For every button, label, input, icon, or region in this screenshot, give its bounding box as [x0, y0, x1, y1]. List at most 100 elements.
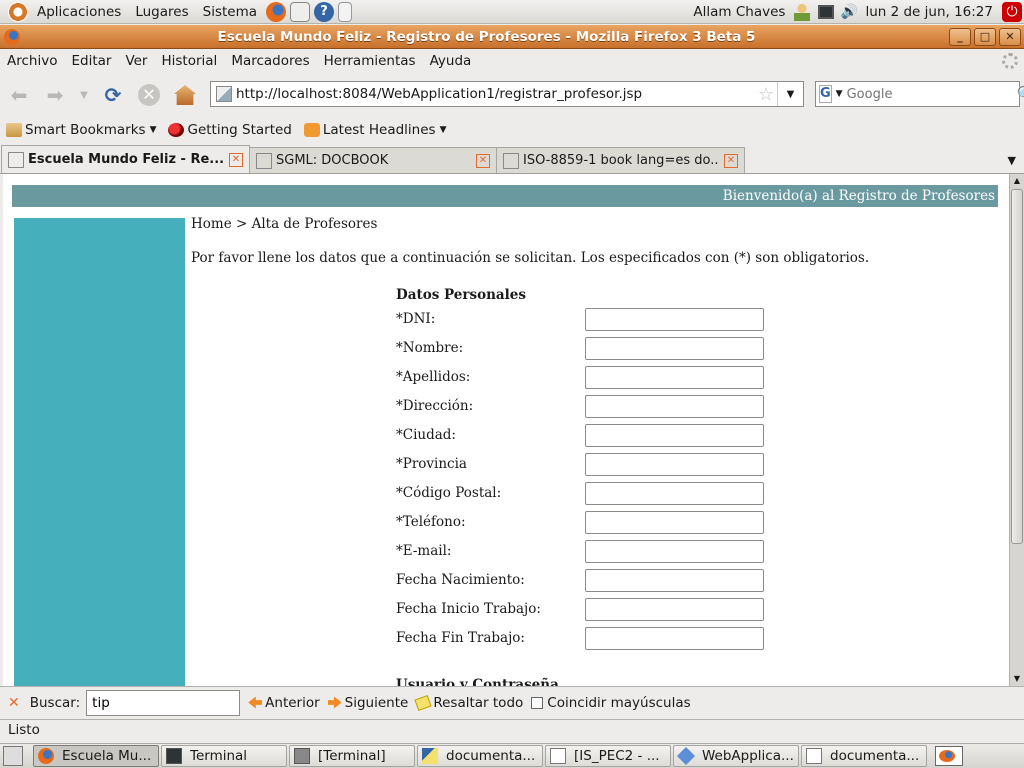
close-tab-icon[interactable]: ✕ [229, 152, 243, 167]
tab-escuela-mundo-feliz[interactable]: Escuela Mundo Feliz - Re... ✕ [1, 145, 250, 173]
status-bar: Listo [0, 719, 1024, 741]
url-dropdown-button[interactable]: ▼ [777, 82, 803, 106]
scroll-up-icon[interactable]: ▲ [1010, 174, 1024, 188]
bookmark-latest-headlines[interactable]: Latest Headlines ▼ [298, 122, 453, 138]
fecha-fin-trabajo-input[interactable] [585, 627, 764, 650]
highlight-all-button[interactable]: Resaltar todo [414, 694, 523, 711]
clock[interactable]: lun 2 de jun, 16:27 [860, 4, 998, 20]
menu-archivo[interactable]: Archivo [0, 53, 64, 69]
network-icon[interactable] [818, 4, 835, 19]
minimize-button[interactable]: _ [949, 27, 971, 46]
ciudad-input[interactable] [585, 424, 764, 447]
close-tab-icon[interactable]: ✕ [476, 153, 490, 168]
menu-marcadores[interactable]: Marcadores [224, 53, 316, 69]
menu-ver[interactable]: Ver [118, 53, 154, 69]
bookmark-smart-bookmarks[interactable]: Smart Bookmarks ▼ [0, 122, 162, 138]
firefox-icon [168, 123, 185, 137]
history-dropdown-button[interactable]: ▼ [76, 80, 92, 110]
search-engine-dropdown[interactable]: ▼ [836, 89, 843, 99]
show-desktop-icon[interactable] [3, 746, 23, 766]
url-bar[interactable]: http://localhost:8084/WebApplication1/re… [210, 81, 804, 107]
vertical-scrollbar[interactable]: ▲ ▼ [1009, 174, 1024, 686]
task-terminal-minimized[interactable]: [Terminal] [289, 745, 415, 767]
firefox-launcher-icon[interactable] [266, 1, 287, 22]
ubuntu-logo-icon[interactable] [8, 1, 28, 22]
email-input[interactable] [585, 540, 764, 563]
find-previous-button[interactable]: Anterior [248, 695, 320, 711]
notes-launcher-icon[interactable] [338, 1, 353, 22]
section-title-datos-personales: Datos Personales [396, 287, 526, 303]
task-is-pec2[interactable]: [IS_PEC2 - ... [545, 745, 671, 767]
home-button[interactable] [170, 80, 200, 110]
mail-launcher-icon[interactable] [290, 1, 311, 22]
back-button[interactable]: ⬅ [4, 80, 34, 110]
power-icon[interactable]: ⏻ [1002, 1, 1022, 22]
find-label: Buscar: [29, 694, 81, 711]
scroll-down-icon[interactable]: ▼ [1010, 672, 1024, 686]
window-title: Escuela Mundo Feliz - Registro de Profes… [217, 28, 756, 45]
volume-icon[interactable]: 🔊 [840, 5, 858, 19]
google-engine-icon[interactable]: G [819, 85, 832, 103]
section-title-usuario: Usuario y Contraseña [396, 677, 559, 686]
bookmark-getting-started[interactable]: Getting Started [162, 122, 297, 138]
workspace-switcher[interactable] [935, 746, 963, 766]
window-titlebar[interactable]: Escuela Mundo Feliz - Registro de Profes… [0, 25, 1024, 49]
bookmark-star-icon[interactable]: ☆ [755, 84, 777, 105]
task-label: documenta... [446, 748, 536, 764]
firefox-window-icon[interactable] [4, 28, 20, 45]
url-text[interactable]: http://localhost:8084/WebApplication1/re… [236, 86, 755, 102]
forward-button[interactable]: ➡ [40, 80, 70, 110]
tab-iso-8859-1[interactable]: ISO-8859-1 book lang=es do... ✕ [496, 147, 745, 173]
close-findbar-icon[interactable]: ✕ [8, 695, 20, 711]
fecha-nacimiento-input[interactable] [585, 569, 764, 592]
help-launcher-icon[interactable]: ? [314, 1, 335, 22]
task-terminal[interactable]: Terminal [161, 745, 287, 767]
menu-ayuda[interactable]: Ayuda [423, 53, 479, 69]
menu-editar[interactable]: Editar [64, 53, 118, 69]
direccion-input[interactable] [585, 395, 764, 418]
task-documenta-doc[interactable]: documenta... [801, 745, 927, 767]
search-icon[interactable]: 🔍 [1017, 85, 1024, 103]
fecha-inicio-trabajo-input[interactable] [585, 598, 764, 621]
close-tab-icon[interactable]: ✕ [724, 153, 738, 168]
reload-button[interactable]: ⟳ [98, 80, 128, 110]
dni-input[interactable] [585, 308, 764, 331]
codigo-postal-input[interactable] [585, 482, 764, 505]
scroll-thumb[interactable] [1011, 189, 1023, 544]
menu-sistema[interactable]: Sistema [196, 4, 264, 20]
rss-icon [303, 123, 320, 137]
form-row-codigo-postal: *Código Postal: [396, 482, 776, 506]
menu-herramientas[interactable]: Herramientas [317, 53, 423, 69]
checkbox-icon[interactable] [531, 696, 544, 709]
match-case-checkbox[interactable]: Coincidir mayúsculas [531, 695, 691, 711]
breadcrumb: Home > Alta de Profesores [191, 216, 378, 232]
menu-aplicaciones[interactable]: Aplicaciones [30, 4, 128, 20]
tab-list-button[interactable]: ▼ [1008, 154, 1016, 167]
nombre-input[interactable] [585, 337, 764, 360]
task-documenta-editor[interactable]: documenta... [417, 745, 543, 767]
stop-button[interactable]: ✕ [134, 80, 164, 110]
provincia-input[interactable] [585, 453, 764, 476]
telefono-input[interactable] [585, 511, 764, 534]
editor-icon [422, 748, 438, 764]
document-icon [806, 748, 822, 764]
google-favicon-icon [503, 152, 519, 169]
task-escuela-mundo-feliz[interactable]: Escuela Mu... [33, 745, 159, 767]
apellidos-input[interactable] [585, 366, 764, 389]
close-window-button[interactable]: ✕ [999, 27, 1021, 46]
tab-sgml-docbook[interactable]: SGML: DOCBOOK ✕ [249, 147, 497, 173]
user-name[interactable]: Allam Chaves [688, 4, 790, 20]
arrow-left-icon [248, 696, 263, 709]
task-webapplication[interactable]: WebApplica... [673, 745, 799, 767]
menu-lugares[interactable]: Lugares [128, 4, 195, 20]
find-input[interactable] [86, 689, 241, 716]
stop-icon: ✕ [138, 84, 160, 106]
maximize-button[interactable]: □ [974, 27, 996, 46]
bookmark-label: Getting Started [187, 122, 292, 138]
form-row-telefono: *Teléfono: [396, 511, 776, 535]
form-row-provincia: *Provincia [396, 453, 776, 477]
menu-historial[interactable]: Historial [154, 53, 224, 69]
user-switcher-icon[interactable] [794, 2, 811, 21]
search-input[interactable] [846, 86, 1017, 102]
find-next-button[interactable]: Siguiente [327, 695, 408, 711]
